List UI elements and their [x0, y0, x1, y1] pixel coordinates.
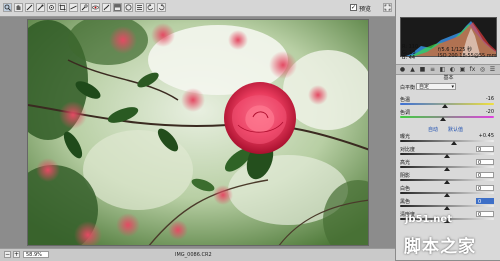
- contrast-label: 对比度: [400, 147, 416, 153]
- temperature-thumb[interactable]: [442, 104, 448, 108]
- hand-icon[interactable]: [14, 3, 23, 12]
- whites-value[interactable]: 0: [476, 185, 494, 192]
- panel-title: 基本: [443, 75, 454, 81]
- exposure-track[interactable]: [400, 140, 494, 142]
- red-eye-icon[interactable]: [91, 3, 100, 12]
- zoom-level-select[interactable]: 58.9%: [23, 251, 49, 258]
- white-balance-label: 白平衡: [400, 85, 416, 91]
- preview-label: 预览: [359, 6, 372, 13]
- camellia-photo: [28, 20, 368, 245]
- tab-detail[interactable]: ■: [419, 66, 426, 73]
- highlights-label: 高光: [400, 160, 411, 166]
- white-balance-select[interactable]: 自定: [416, 83, 456, 90]
- fullscreen-icon: [384, 4, 391, 11]
- blacks-label: 黑色: [400, 199, 411, 205]
- crop-icon[interactable]: [58, 3, 67, 12]
- temperature-value[interactable]: -16: [476, 96, 494, 102]
- zoom-out-button[interactable]: −: [4, 251, 11, 258]
- exposure-value[interactable]: +0.45: [476, 133, 494, 139]
- straighten-icon[interactable]: [69, 3, 78, 12]
- tab-split-toning[interactable]: ◧: [439, 66, 446, 73]
- rotate-ccw-icon[interactable]: [146, 3, 155, 12]
- preferences-icon[interactable]: [135, 3, 144, 12]
- rotate-cw-icon[interactable]: [157, 3, 166, 12]
- white-balance-icon[interactable]: [25, 3, 34, 12]
- tint-value[interactable]: -20: [476, 109, 494, 115]
- tab-fx[interactable]: fx: [468, 66, 477, 73]
- preview-checkbox[interactable]: ✓: [350, 4, 357, 11]
- whites-thumb[interactable]: [444, 193, 450, 197]
- tab-lens[interactable]: ◐: [449, 66, 456, 73]
- tab-effects[interactable]: ▣: [459, 66, 466, 73]
- watermark-name: 脚本之家: [404, 237, 476, 257]
- tab-hsl[interactable]: ≡: [429, 66, 436, 73]
- exposure-label: 曝光: [400, 134, 411, 140]
- tint-label: 色调: [400, 110, 411, 116]
- highlights-thumb[interactable]: [444, 167, 450, 171]
- exif-info: f/5.6 1/125 秒 ISO 200 18-55@55 mm: [438, 47, 497, 59]
- whites-label: 白色: [400, 186, 411, 192]
- tint-thumb[interactable]: [440, 117, 446, 121]
- highlights-value[interactable]: 0: [476, 159, 494, 166]
- tint-track[interactable]: [400, 116, 494, 118]
- tab-basic[interactable]: ●: [399, 66, 406, 73]
- contrast-value[interactable]: 0: [476, 146, 494, 153]
- radial-filter-icon[interactable]: [124, 3, 133, 12]
- target-adjust-icon[interactable]: [47, 3, 56, 12]
- graduated-filter-icon[interactable]: [113, 3, 122, 12]
- panel-menu-icon[interactable]: ☰: [489, 66, 496, 73]
- status-bar: − + 58.9% IMG_0086.CR2: [0, 248, 395, 261]
- tab-camera-calibration[interactable]: ◎: [479, 66, 486, 73]
- file-name: IMG_0086.CR2: [175, 252, 212, 258]
- shadows-label: 阴影: [400, 173, 411, 179]
- default-link[interactable]: 默认值: [448, 126, 463, 133]
- zoom-in-button[interactable]: +: [13, 251, 20, 258]
- zoom-icon[interactable]: [3, 3, 12, 12]
- rgb-values: R: 110 G: 18 B: 44: [402, 44, 418, 62]
- clarity-value[interactable]: 0: [476, 211, 494, 218]
- blacks-value[interactable]: 0: [476, 198, 494, 205]
- auto-link[interactable]: 自动: [428, 126, 438, 133]
- watermark-domain: jb51.net: [405, 214, 452, 225]
- exif-iso-lens: ISO 200 18-55@55 mm: [438, 53, 497, 59]
- blacks-thumb[interactable]: [444, 206, 450, 210]
- contrast-thumb[interactable]: [444, 154, 450, 158]
- fullscreen-button[interactable]: [383, 3, 392, 12]
- rgb-b: B: 44: [402, 55, 416, 61]
- shadows-thumb[interactable]: [444, 180, 450, 184]
- image-preview[interactable]: [27, 19, 369, 246]
- temperature-label: 色温: [400, 97, 411, 103]
- tab-tone-curve[interactable]: ▲: [409, 66, 416, 73]
- shadows-value[interactable]: 0: [476, 172, 494, 179]
- exposure-thumb[interactable]: [451, 141, 457, 145]
- adjustment-brush-icon[interactable]: [102, 3, 111, 12]
- spot-removal-icon[interactable]: [80, 3, 89, 12]
- pixel-readout: R: 110 G: 18 B: 44 f/5.6 1/125 秒 ISO 200…: [400, 44, 497, 63]
- color-sampler-icon[interactable]: [36, 3, 45, 12]
